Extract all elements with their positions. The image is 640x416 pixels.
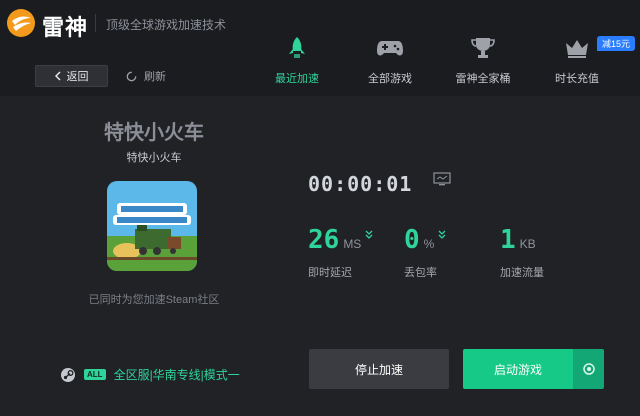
brand-name: 雷神 — [42, 15, 89, 40]
steam-icon — [61, 367, 75, 382]
refresh-label: 刷新 — [144, 71, 166, 83]
trend-down-icon — [365, 230, 373, 239]
divider — [95, 14, 96, 32]
game-subtitle: 特快小火车 — [126, 152, 182, 164]
latency-label: 即时延迟 — [308, 267, 352, 279]
trophy-icon — [469, 34, 497, 62]
steam-accel-note: 已同时为您加速Steam社区 — [88, 294, 220, 306]
monitor-icon[interactable] — [433, 172, 451, 186]
latency-stat: 26 MS — [308, 226, 373, 254]
stop-accel-button[interactable]: 停止加速 — [309, 349, 449, 389]
chevron-left-icon — [54, 71, 61, 81]
rocket-icon — [283, 34, 311, 62]
traffic-label: 加速流量 — [500, 267, 544, 279]
packet-loss-stat: 0% — [404, 226, 446, 254]
refresh-icon — [126, 71, 137, 81]
region-text[interactable]: 全区服|华南专线|模式一 — [114, 366, 240, 383]
packet-loss-unit: % — [423, 237, 435, 251]
region-selector[interactable]: ALL 全区服|华南专线|模式一 — [60, 366, 240, 383]
nav-bundle[interactable]: 雷神全家桶 — [438, 34, 528, 86]
crown-icon — [563, 34, 591, 62]
back-button[interactable]: 返回 — [35, 65, 108, 87]
traffic-stat: 1 KB — [500, 226, 536, 254]
nav-all-games[interactable]: 全部游戏 — [345, 34, 435, 86]
game-cover-image — [107, 181, 197, 271]
top-bar: 雷神 顶级全球游戏加速技术 返回 刷新 最近加速 全部游戏 雷神全家桶 时长充值… — [0, 0, 640, 96]
game-title: 特快小火车 — [104, 122, 204, 144]
nav-label: 雷神全家桶 — [455, 73, 511, 85]
packet-loss-value: 0 — [404, 225, 420, 255]
gamepad-icon — [376, 34, 404, 62]
trend-down-icon — [438, 230, 446, 239]
session-timer: 00:00:01 — [308, 172, 413, 196]
tagline: 顶级全球游戏加速技术 — [106, 18, 227, 32]
refresh-button[interactable]: 刷新 — [126, 65, 166, 87]
nav-label: 全部游戏 — [368, 73, 412, 85]
latency-value: 26 — [308, 225, 340, 255]
settings-icon — [582, 363, 595, 375]
start-game-button[interactable]: 启动游戏 — [463, 349, 573, 389]
packet-loss-label: 丢包率 — [404, 267, 437, 279]
nav-recent[interactable]: 最近加速 — [252, 34, 342, 86]
latency-unit: MS — [343, 237, 362, 251]
traffic-unit: KB — [519, 237, 536, 251]
all-tag: ALL — [84, 369, 106, 380]
logo-icon — [7, 9, 35, 37]
traffic-value: 1 — [500, 225, 516, 255]
start-settings-button[interactable] — [573, 349, 604, 389]
nav-label: 时长充值 — [555, 73, 599, 85]
back-label: 返回 — [66, 71, 89, 83]
nav-label: 最近加速 — [275, 73, 319, 85]
promo-badge: 减15元 — [597, 36, 636, 51]
